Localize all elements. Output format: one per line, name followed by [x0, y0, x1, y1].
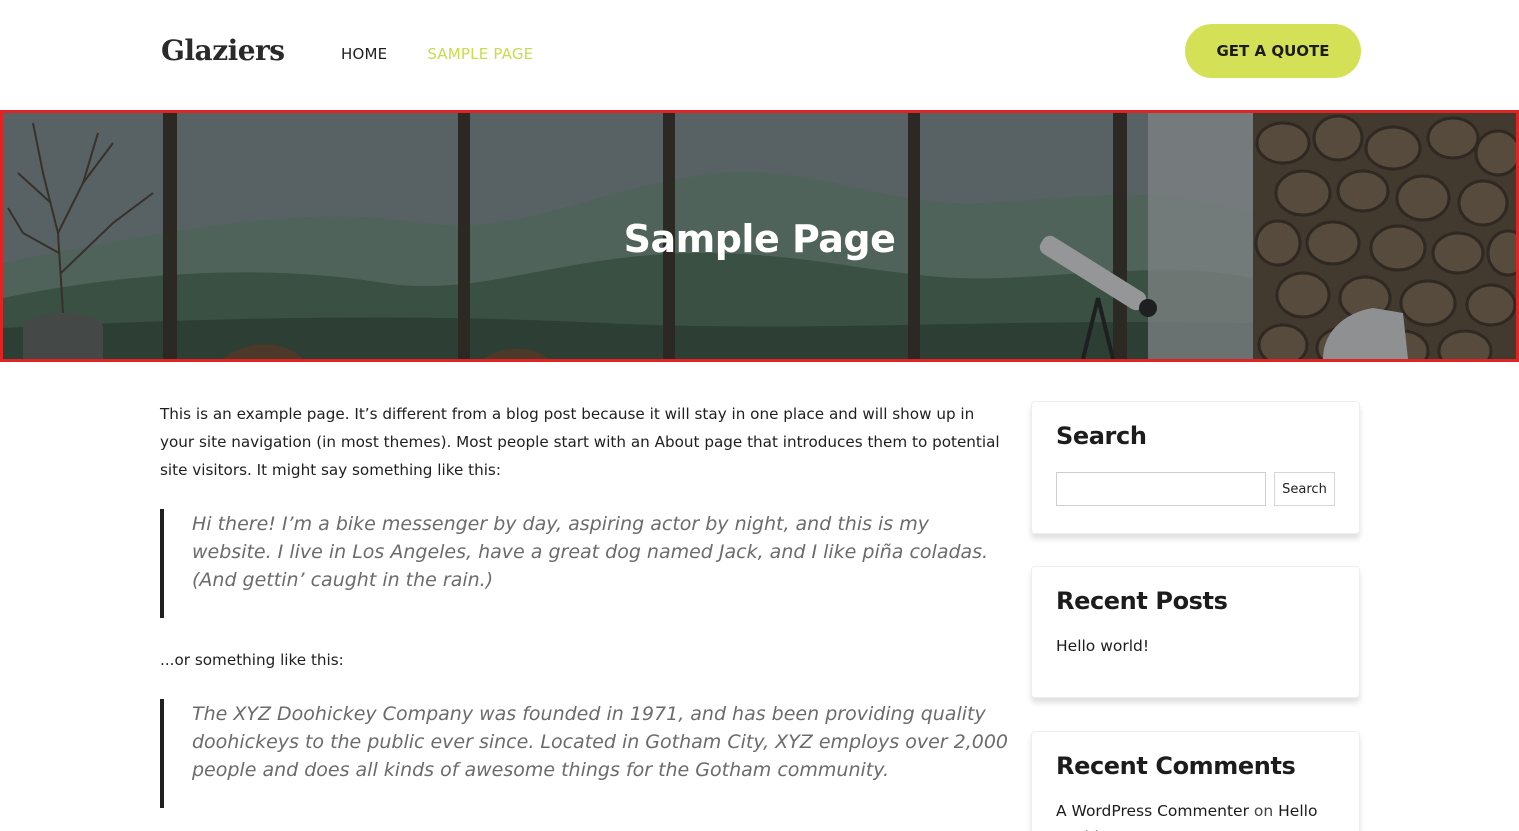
- site-logo[interactable]: Glaziers: [161, 34, 285, 67]
- site-header: Glaziers HOME SAMPLE PAGE GET A QUOTE: [0, 0, 1519, 110]
- widget-title-recent-comments: Recent Comments: [1056, 752, 1296, 780]
- blockquote-doohickey: The XYZ Doohickey Company was founded in…: [160, 699, 1010, 808]
- recent-post-link[interactable]: Hello world!: [1056, 637, 1335, 655]
- blockquote-text: The XYZ Doohickey Company was founded in…: [192, 703, 1008, 781]
- comment-on-text: on: [1253, 802, 1274, 820]
- nav-item-home[interactable]: HOME: [341, 45, 387, 63]
- page-title: Sample Page: [623, 217, 896, 261]
- main-content: This is an example page. It’s different …: [160, 400, 1010, 484]
- widget-title-search: Search: [1056, 422, 1147, 450]
- widget-title-recent-posts: Recent Posts: [1056, 587, 1228, 615]
- recent-comment-item: A WordPress Commenter on Hello world!: [1056, 798, 1335, 831]
- intro-paragraph: This is an example page. It’s different …: [160, 405, 1000, 479]
- search-input[interactable]: [1056, 472, 1266, 506]
- blockquote-bike-messenger: Hi there! I’m a bike messenger by day, a…: [160, 509, 1010, 618]
- nav-item-sample-page[interactable]: SAMPLE PAGE: [427, 45, 533, 63]
- blockquote-text: Hi there! I’m a bike messenger by day, a…: [192, 513, 989, 591]
- search-button[interactable]: Search: [1274, 472, 1335, 506]
- search-form: Search: [1056, 472, 1335, 506]
- get-a-quote-button[interactable]: GET A QUOTE: [1185, 24, 1361, 78]
- recent-posts-widget: Recent Posts Hello world!: [1031, 566, 1360, 698]
- recent-comments-widget: Recent Comments A WordPress Commenter on…: [1031, 731, 1360, 831]
- search-widget: Search Search: [1031, 401, 1360, 534]
- middle-paragraph: ...or something like this:: [160, 651, 344, 669]
- page-hero-banner: Sample Page: [0, 110, 1519, 362]
- comment-author-link[interactable]: A WordPress Commenter: [1056, 802, 1249, 820]
- main-nav: HOME SAMPLE PAGE: [341, 45, 533, 63]
